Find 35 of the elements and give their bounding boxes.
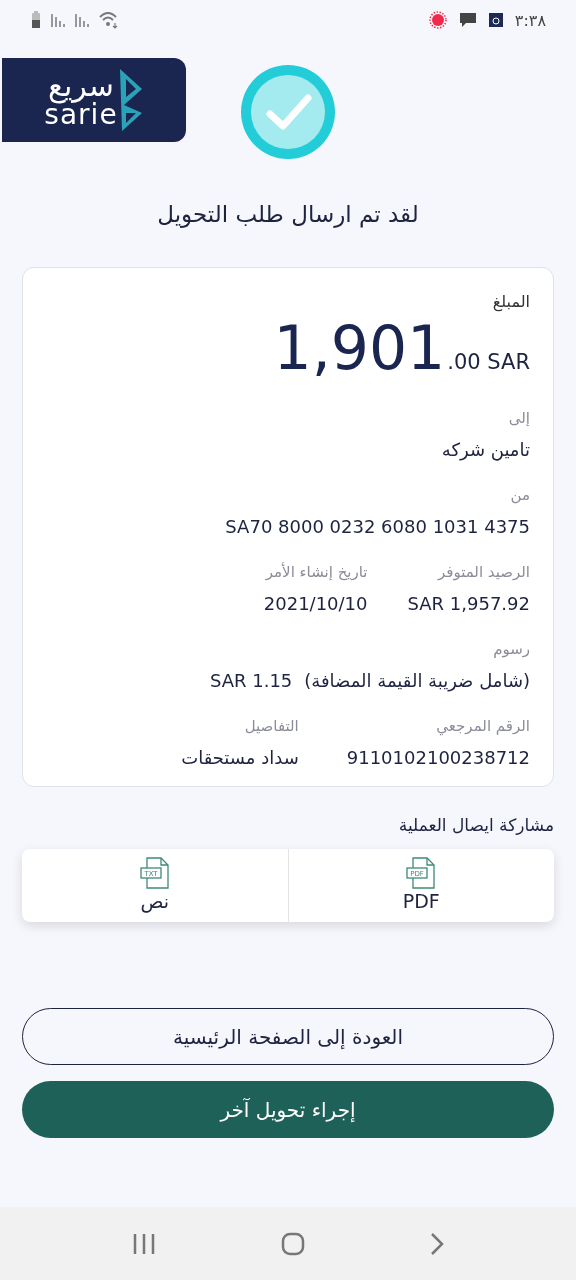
field-label: الرقم المرجعي bbox=[436, 717, 530, 735]
share-title: مشاركة ايصال العملية bbox=[397, 815, 554, 835]
fees-value: SAR 1.15 bbox=[209, 670, 293, 691]
recipient-value: تامين شركه bbox=[441, 439, 530, 460]
field-value: SAR 1,957.92 bbox=[407, 593, 530, 614]
home-icon[interactable] bbox=[281, 1231, 305, 1256]
recent-apps-icon[interactable] bbox=[132, 1232, 157, 1255]
amount-value: 1,901 bbox=[273, 313, 446, 383]
app-icon bbox=[488, 13, 503, 27]
status-time: ٣:٣٨ bbox=[514, 10, 546, 30]
field-value: 9110102100238712 bbox=[346, 747, 530, 768]
signal-icon bbox=[50, 12, 66, 28]
logo-mark-icon bbox=[117, 67, 144, 133]
message-icon bbox=[458, 11, 477, 29]
confirmation-title: لقد تم ارسال طلب التحويل bbox=[156, 201, 420, 227]
amount-currency: .00 SAR bbox=[447, 350, 530, 374]
field-value: 2021/10/10 bbox=[263, 593, 368, 614]
new-transfer-button[interactable]: إجراء تحويل آخر bbox=[22, 1081, 554, 1138]
amount-label: المبلغ bbox=[492, 292, 530, 311]
wifi-icon bbox=[98, 11, 120, 29]
field-label: من bbox=[510, 486, 530, 504]
signal-icon bbox=[74, 12, 90, 28]
logo-latin-text: sarie bbox=[44, 101, 118, 129]
field-value: سداد مستحقات bbox=[181, 747, 299, 768]
account-value: SA70 8000 0232 6080 1031 4375 bbox=[225, 516, 530, 537]
sun-icon bbox=[428, 11, 447, 29]
field-label: الرصيد المتوفر bbox=[437, 563, 530, 581]
field-label: التفاصيل bbox=[244, 717, 299, 735]
fees-note: (شامل ضريبة القيمة المضافة) bbox=[304, 670, 530, 691]
field-label: رسوم bbox=[493, 640, 530, 658]
success-check-icon bbox=[240, 63, 336, 160]
field-label: تاريخ إنشاء الأمر bbox=[265, 563, 368, 581]
back-icon[interactable] bbox=[429, 1231, 444, 1256]
field-label: إلى bbox=[508, 409, 530, 427]
battery-icon bbox=[30, 11, 42, 29]
